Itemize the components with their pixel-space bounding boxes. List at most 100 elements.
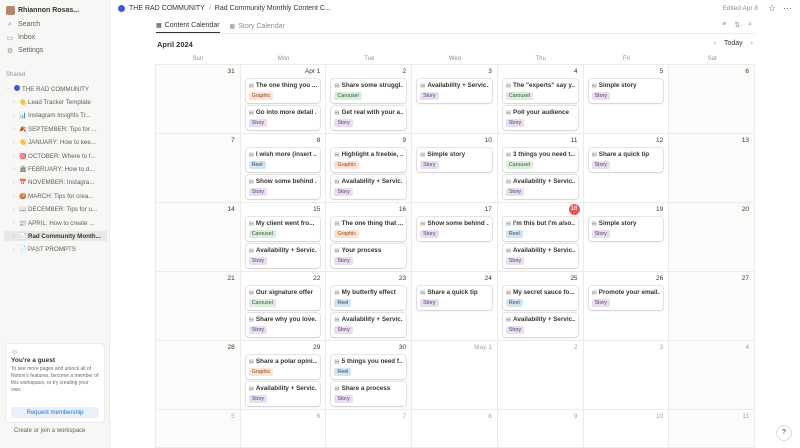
calendar-day[interactable]: 24 ▤ Share a quick tip Story bbox=[412, 272, 498, 341]
calendar-card[interactable]: ▤ Share a quick tip Story bbox=[588, 148, 664, 172]
calendar-day[interactable]: 10 bbox=[583, 410, 670, 448]
calendar-day[interactable]: 5 bbox=[155, 410, 241, 448]
calendar-card[interactable]: ▤ I'm this but I'm also... Reel bbox=[502, 217, 578, 241]
calendar-day[interactable]: 4 ▤ The "experts" say y... Carousel ▤ Poll yo… bbox=[497, 65, 584, 134]
chevron-right-icon[interactable]: › bbox=[10, 140, 18, 146]
sidebar-item-search[interactable]: ⌕ Search bbox=[6, 19, 40, 30]
calendar-day[interactable]: May 1 bbox=[412, 341, 498, 410]
filter-icon[interactable]: ≡ bbox=[722, 21, 726, 29]
calendar-card[interactable]: ▤ Go into more detail ... Story bbox=[245, 106, 321, 130]
chevron-right-icon[interactable]: › bbox=[10, 126, 18, 132]
calendar-card[interactable]: ▤ Share some struggl... Carousel bbox=[331, 79, 407, 103]
calendar-card[interactable]: ▤ My butterfly effect Reel bbox=[331, 286, 407, 310]
calendar-day[interactable]: 22 ▤ Our signature offer Carousel ▤ Share why… bbox=[240, 272, 327, 341]
calendar-day[interactable]: Apr 1 ▤ The one thing you ... Graphic ▤ Go in… bbox=[240, 65, 327, 134]
tab-story-calendar[interactable]: ▦ Story Calendar bbox=[230, 19, 285, 33]
calendar-day[interactable]: 8 ▤ I wish more (insert ... Reel ▤ Show some … bbox=[240, 134, 327, 203]
today-button[interactable]: Today bbox=[724, 40, 743, 47]
sort-icon[interactable]: ⇅ bbox=[734, 21, 740, 29]
calendar-day[interactable]: 11 bbox=[669, 410, 755, 448]
calendar-day[interactable]: 19 ▤ Simple story Story bbox=[583, 203, 670, 272]
calendar-day[interactable]: 27 bbox=[669, 272, 755, 341]
sidebar-tree-item[interactable]: › 🎯 OCTOBER: Where to f... bbox=[4, 151, 107, 161]
calendar-card[interactable]: ▤ Availability + Servic... Story bbox=[245, 244, 321, 268]
calendar-day[interactable]: 17 ▤ Show some behind ... Story bbox=[412, 203, 498, 272]
calendar-day[interactable]: 2 ▤ Share some struggl... Carousel ▤ Get real… bbox=[326, 65, 413, 134]
calendar-card[interactable]: ▤ Share a polar opini... Graphic bbox=[245, 355, 321, 379]
chevron-right-icon[interactable]: › bbox=[10, 166, 18, 172]
chevron-right-icon[interactable]: › bbox=[751, 40, 753, 47]
star-icon[interactable]: ☆ bbox=[768, 3, 776, 14]
sidebar-tree-item[interactable]: › 👋 JANUARY: How to kee... bbox=[4, 138, 107, 148]
calendar-card[interactable]: ▤ Your process Story bbox=[331, 244, 407, 268]
sidebar-item-settings[interactable]: ⚙ Settings bbox=[6, 45, 43, 56]
calendar-day[interactable]: 4 bbox=[669, 341, 755, 410]
calendar-day[interactable]: 2 bbox=[497, 341, 584, 410]
calendar-card[interactable]: ▤ Availability + Servic... Story bbox=[331, 175, 407, 199]
calendar-day[interactable]: 28 bbox=[155, 341, 241, 410]
calendar-card[interactable]: ▤ Show some behind ... Story bbox=[245, 175, 321, 199]
calendar-card[interactable]: ▤ Share a process Story bbox=[331, 382, 407, 406]
calendar-card[interactable]: ▤ My secret sauce fo... Reel bbox=[502, 286, 578, 310]
calendar-day[interactable]: 6 bbox=[240, 410, 327, 448]
request-membership-button[interactable]: Request membership bbox=[11, 407, 99, 418]
calendar-day[interactable]: 25 ▤ My secret sauce fo... Reel ▤ Availabilit… bbox=[497, 272, 584, 341]
calendar-card[interactable]: ▤ 5 things you need f... Reel bbox=[331, 355, 407, 379]
calendar-card[interactable]: ▤ Simple story Story bbox=[417, 148, 492, 172]
calendar-card[interactable]: ▤ The one thing you ... Graphic bbox=[245, 79, 321, 103]
calendar-day[interactable]: 9 ▤ Highlight a freebie, ... Graphic ▤ Availa… bbox=[326, 134, 413, 203]
chevron-left-icon[interactable]: ‹ bbox=[714, 40, 716, 47]
calendar-card[interactable]: ▤ Availability + Servic... Story bbox=[502, 313, 578, 337]
calendar-day[interactable]: 18 ▤ I'm this but I'm also... Reel ▤ Availabi… bbox=[497, 203, 584, 272]
calendar-day[interactable]: 29 ▤ Share a polar opini... Graphic ▤ Availab… bbox=[240, 341, 327, 410]
calendar-card[interactable]: ▤ Share a quick tip Story bbox=[417, 286, 492, 310]
calendar-day[interactable]: 7 bbox=[326, 410, 413, 448]
calendar-day[interactable]: 3 bbox=[583, 341, 670, 410]
calendar-card[interactable]: ▤ Highlight a freebie, ... Graphic bbox=[331, 148, 407, 172]
sidebar-tree-item[interactable]: › 👋 Lead Tracker Template bbox=[4, 97, 107, 107]
calendar-card[interactable]: ▤ Simple story Story bbox=[588, 79, 664, 103]
calendar-card[interactable]: ▤ I wish more (insert ... Reel bbox=[245, 148, 321, 172]
calendar-card[interactable]: ▤ Simple story Story bbox=[588, 217, 664, 241]
calendar-day[interactable]: 3 ▤ Availability + Servic... Story bbox=[412, 65, 498, 134]
sidebar-tree-item[interactable]: › 📖 DECEMBER: Tips for u... bbox=[4, 205, 107, 215]
calendar-day[interactable]: 15 ▤ My client went fro... Carousel ▤ Availab… bbox=[240, 203, 327, 272]
chevron-right-icon[interactable]: › bbox=[10, 99, 18, 105]
calendar-card[interactable]: ▤ Availability + Servic... Story bbox=[502, 244, 578, 268]
calendar-card[interactable]: ▤ Our signature offer Carousel bbox=[245, 286, 321, 310]
calendar-card[interactable]: ▤ Availability + Servic... Story bbox=[502, 175, 578, 199]
calendar-card[interactable]: ▤ Show some behind ... Story bbox=[417, 217, 492, 241]
calendar-card[interactable]: ▤ My client went fro... Carousel bbox=[245, 217, 321, 241]
calendar-card[interactable]: ▤ Promote your email... Story bbox=[588, 286, 664, 310]
calendar-card[interactable]: ▤ Availability + Servic... Story bbox=[417, 79, 492, 103]
calendar-day[interactable]: 11 ▤ 3 things you need t... Carousel ▤ Availa… bbox=[497, 134, 584, 203]
tab-content-calendar[interactable]: ▦ Content Calendar bbox=[156, 19, 220, 33]
calendar-day[interactable]: 9 bbox=[497, 410, 584, 448]
calendar-day[interactable]: 13 bbox=[669, 134, 755, 203]
chevron-right-icon[interactable]: › bbox=[10, 180, 18, 186]
calendar-card[interactable]: ▤ Availability + Servic... Story bbox=[331, 313, 407, 337]
sidebar-tree-item[interactable]: › 📄 Rad Community Month... bbox=[4, 231, 107, 242]
sidebar-tree-item[interactable]: › 🍂 SEPTEMBER: Tips for ... bbox=[4, 124, 107, 134]
calendar-day[interactable]: 20 bbox=[669, 203, 755, 272]
workspace-switcher[interactable]: Rhiannon Rosas... bbox=[6, 4, 79, 16]
more-icon[interactable]: ⋯ bbox=[783, 3, 792, 14]
chevron-right-icon[interactable]: › bbox=[10, 193, 18, 199]
chevron-right-icon[interactable]: › bbox=[10, 233, 18, 239]
sidebar-tree-item[interactable]: › THE RAD COMMUNITY bbox=[4, 84, 107, 94]
chevron-right-icon[interactable]: › bbox=[4, 86, 12, 92]
calendar-day[interactable]: 12 ▤ Share a quick tip Story bbox=[583, 134, 670, 203]
calendar-day[interactable]: 26 ▤ Promote your email... Story bbox=[583, 272, 670, 341]
sidebar-tree-item[interactable]: › 📰 APRIL: How to create ... bbox=[4, 218, 107, 228]
sidebar-tree-item[interactable]: › 📄 PAST PROMPTS bbox=[4, 245, 107, 255]
help-button[interactable]: ? bbox=[777, 426, 791, 440]
calendar-card[interactable]: ▤ Availability + Servic... Story bbox=[245, 382, 321, 406]
chevron-right-icon[interactable]: › bbox=[10, 247, 18, 253]
calendar-day[interactable]: 6 bbox=[669, 65, 755, 134]
sidebar-tree-item[interactable]: › 🏛 FEBRUARY: How to d... bbox=[4, 164, 107, 174]
calendar-card[interactable]: ▤ Share why you love... Story bbox=[245, 313, 321, 337]
chevron-right-icon[interactable]: › bbox=[10, 153, 18, 159]
sidebar-tree-item[interactable]: › 📊 Instagram Insights Tr... bbox=[4, 111, 107, 121]
calendar-day[interactable]: 14 bbox=[155, 203, 241, 272]
calendar-card[interactable]: ▤ Get real with your a... Story bbox=[331, 106, 407, 130]
